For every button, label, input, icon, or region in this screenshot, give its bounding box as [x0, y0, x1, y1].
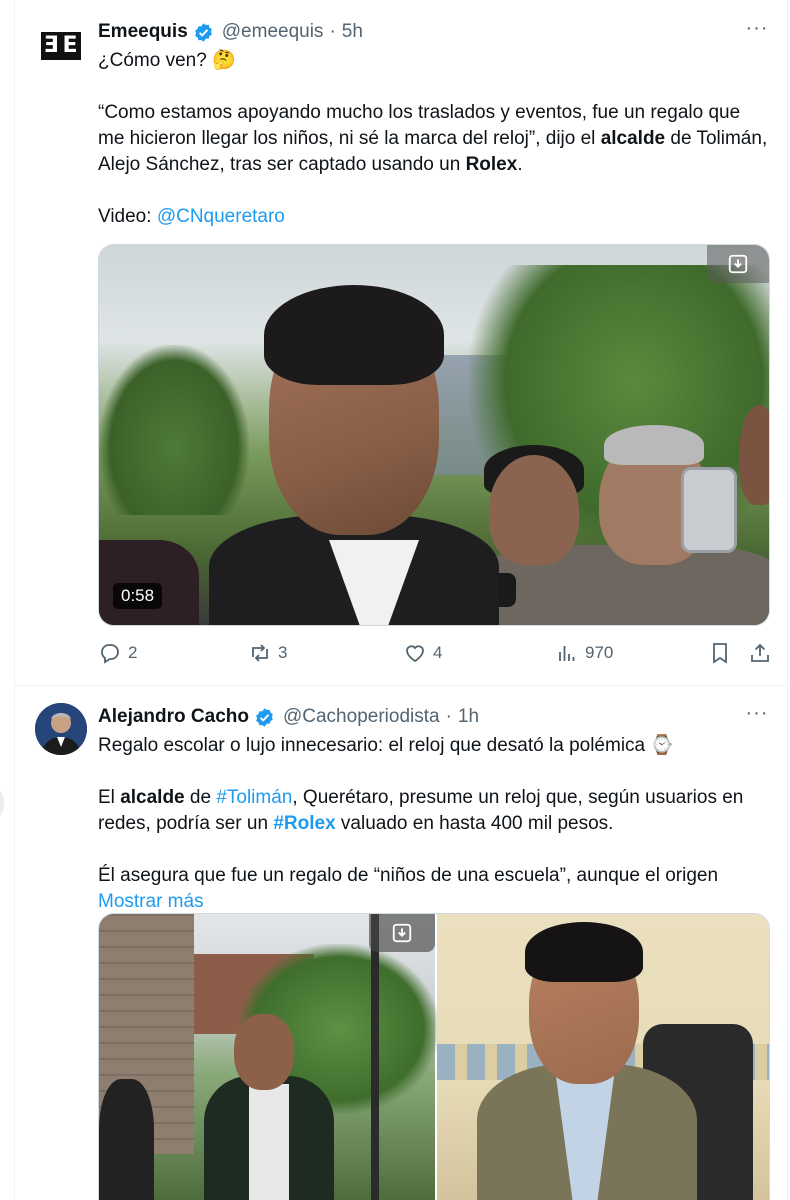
bookmark-button[interactable] — [708, 638, 732, 668]
author-name[interactable]: Alejandro Cacho — [98, 706, 249, 728]
author-name[interactable]: Emeequis — [98, 21, 188, 43]
views-icon — [559, 646, 575, 661]
tweet-paragraph: Él asegura que fue un regalo de “niños d… — [98, 865, 719, 886]
repost-count: 3 — [278, 643, 288, 662]
timeline-border-right — [787, 0, 788, 1200]
like-button[interactable]: 4 — [403, 638, 442, 668]
action-bar: 2 3 4 970 — [98, 638, 770, 668]
reply-icon — [101, 644, 119, 664]
tweet-line: ¿Cómo ven? 🤔 — [98, 50, 236, 71]
video-duration: 0:58 — [113, 583, 163, 609]
repost-icon — [252, 644, 268, 662]
video-player[interactable]: 0:58 — [98, 244, 770, 626]
like-count: 4 — [433, 643, 443, 662]
tweet-header: Alejandro Cacho @Cachoperiodista · 1h — [98, 703, 770, 731]
separator-dot: · — [445, 706, 452, 727]
tweet-paragraph: “Como estamos apoyando mucho los traslad… — [98, 102, 768, 175]
tweet-text: ¿Cómo ven? 🤔 “Como estamos apoyando much… — [98, 48, 770, 230]
tweet-content: Emeequis @emeequis · 5h ··· ¿Cómo ven? 🤔… — [98, 18, 770, 626]
avatar-photo — [35, 703, 87, 755]
author-handle[interactable]: @Cachoperiodista — [283, 706, 440, 728]
hashtag-link[interactable]: #Rolex — [273, 813, 335, 834]
share-button[interactable] — [748, 638, 772, 668]
tweet-text: Regalo escolar o lujo innecesario: el re… — [98, 733, 770, 915]
timestamp[interactable]: 1h — [458, 706, 479, 728]
verified-icon — [194, 22, 212, 42]
show-more-link[interactable]: Mostrar más — [98, 889, 770, 915]
timestamp[interactable]: 5h — [342, 21, 363, 43]
hashtag-link[interactable]: #Tolimán — [216, 787, 292, 808]
tweet-paragraph: El alcalde de #Tolimán, Querétaro, presu… — [98, 787, 744, 834]
phone-image — [681, 467, 737, 553]
repost-button[interactable]: 3 — [248, 638, 287, 668]
tweet-header: Emeequis @emeequis · 5h — [98, 18, 770, 46]
more-icon[interactable]: ··· — [742, 703, 772, 731]
video-credit: Video: @CNqueretaro — [98, 206, 285, 227]
share-icon — [751, 643, 769, 662]
more-icon[interactable]: ··· — [742, 18, 772, 46]
views-button[interactable]: 970 — [555, 638, 613, 668]
download-icon[interactable] — [707, 245, 769, 283]
author-handle[interactable]: @emeequis — [222, 21, 324, 43]
avatar[interactable]: E E — [35, 20, 87, 72]
photo-right[interactable] — [437, 914, 769, 1200]
video-subject — [209, 285, 499, 625]
side-scroll-tab[interactable] — [0, 785, 4, 821]
mention-link[interactable]: @CNqueretaro — [157, 206, 285, 227]
photo-grid — [98, 913, 770, 1200]
download-icon[interactable] — [369, 914, 435, 952]
like-icon — [406, 645, 424, 663]
photo-left[interactable] — [99, 914, 439, 1200]
reply-count: 2 — [128, 643, 138, 662]
view-count: 970 — [585, 643, 614, 662]
avatar[interactable] — [35, 703, 87, 755]
separator-dot: · — [329, 21, 336, 42]
verified-icon — [256, 707, 273, 727]
tweet[interactable]: E E Emeequis @emeequis · 5h ··· ¿Cómo ve… — [15, 0, 787, 686]
tweet-content: Alejandro Cacho @Cachoperiodista · 1h ··… — [98, 703, 770, 915]
reply-button[interactable]: 2 — [98, 638, 137, 668]
emeequis-logo: E E — [41, 32, 81, 60]
tweet[interactable]: Alejandro Cacho @Cachoperiodista · 1h ··… — [15, 687, 787, 1200]
bookmark-icon — [713, 643, 727, 664]
tweet-line: Regalo escolar o lujo innecesario: el re… — [98, 735, 675, 756]
